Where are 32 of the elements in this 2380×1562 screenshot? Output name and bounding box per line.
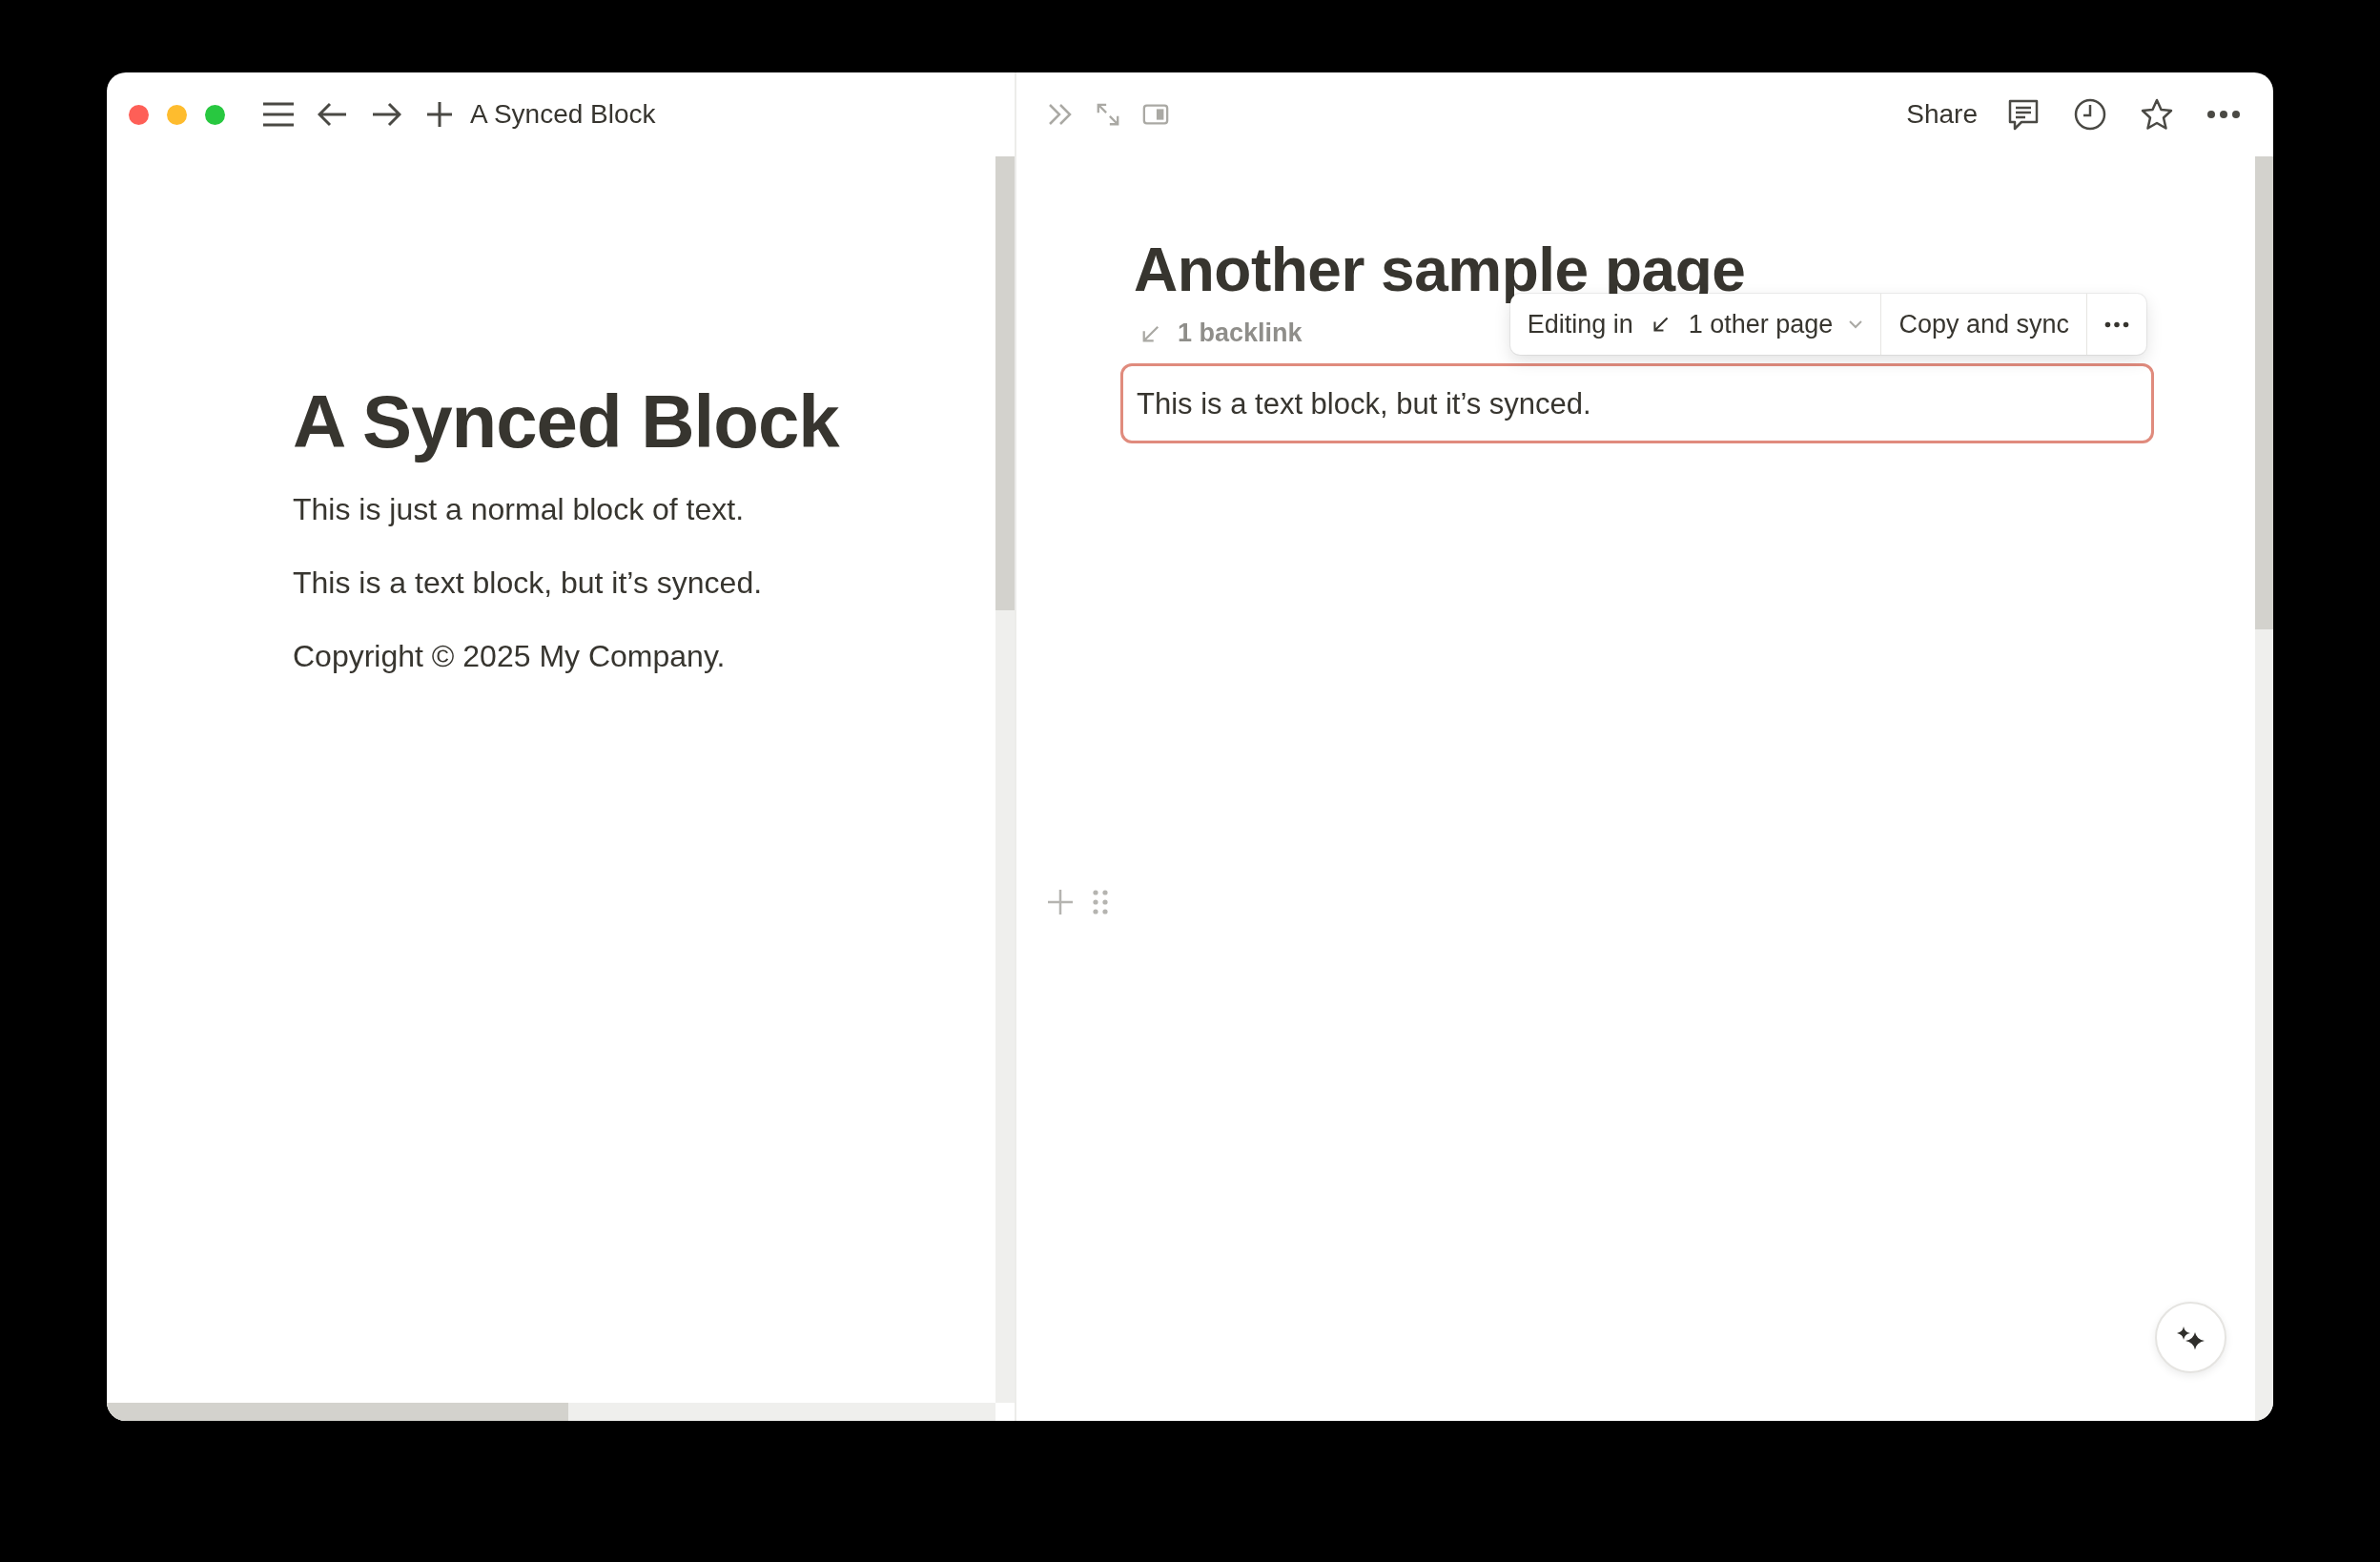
- clock-icon[interactable]: [2073, 97, 2107, 132]
- maximize-window-button[interactable]: [205, 104, 225, 125]
- synced-block-text: This is a text block, but it’s synced.: [1137, 387, 1591, 421]
- share-button[interactable]: Share: [1897, 93, 1987, 135]
- plus-icon[interactable]: [424, 101, 455, 128]
- backlink-arrow-icon: [1141, 323, 1160, 343]
- vertical-scrollbar[interactable]: [2255, 156, 2273, 1421]
- forward-arrow-icon[interactable]: [371, 101, 401, 128]
- comment-icon[interactable]: [2006, 97, 2041, 132]
- synced-block[interactable]: This is a text block, but it’s synced.: [1120, 363, 2154, 443]
- menu-icon[interactable]: [262, 102, 295, 127]
- paragraph-text: Copyright © 2025 My Company.: [293, 639, 726, 674]
- chevron-down-icon: [1848, 319, 1864, 329]
- more-options-icon: [2104, 320, 2129, 328]
- vertical-scrollbar[interactable]: [995, 156, 1015, 1403]
- paragraph-text: This is just a normal block of text.: [293, 492, 745, 527]
- more-options-icon[interactable]: [2206, 110, 2241, 119]
- paragraph-text: This is a text block, but it’s synced.: [293, 565, 763, 601]
- minimize-window-button[interactable]: [167, 104, 187, 125]
- double-chevron-icon[interactable]: [1047, 102, 1074, 127]
- add-block-icon[interactable]: [1047, 889, 1074, 915]
- close-window-button[interactable]: [129, 104, 149, 125]
- back-arrow-icon[interactable]: [318, 101, 348, 128]
- star-icon[interactable]: [2140, 97, 2174, 132]
- horizontal-scrollbar[interactable]: [107, 1403, 995, 1421]
- copy-and-sync-button[interactable]: Copy and sync: [1881, 294, 2087, 355]
- backlink-arrow-icon: [1652, 316, 1670, 333]
- page-title: A Synced Block: [293, 379, 841, 465]
- drag-handle-icon[interactable]: [1093, 890, 1108, 915]
- page-tab-title[interactable]: A Synced Block: [470, 99, 656, 130]
- expand-arrows-icon[interactable]: [1095, 102, 1121, 127]
- side-panel-icon[interactable]: [1142, 102, 1169, 127]
